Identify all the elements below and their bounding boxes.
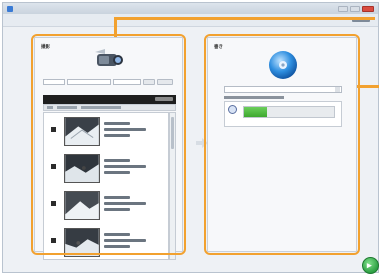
callout-line — [357, 85, 379, 88]
destination-highlight — [204, 34, 360, 255]
minimize-button[interactable] — [338, 5, 348, 12]
close-button[interactable] — [362, 5, 374, 12]
source-highlight — [31, 34, 186, 255]
app-icon — [7, 5, 13, 12]
callout-line — [114, 17, 375, 20]
maximize-button[interactable] — [350, 5, 360, 12]
start-button[interactable]: ▸ — [362, 257, 379, 274]
titlebar — [3, 3, 378, 14]
play-arrow-icon: ▸ — [367, 260, 372, 270]
toolbar — [3, 14, 378, 27]
window-controls — [338, 5, 374, 12]
